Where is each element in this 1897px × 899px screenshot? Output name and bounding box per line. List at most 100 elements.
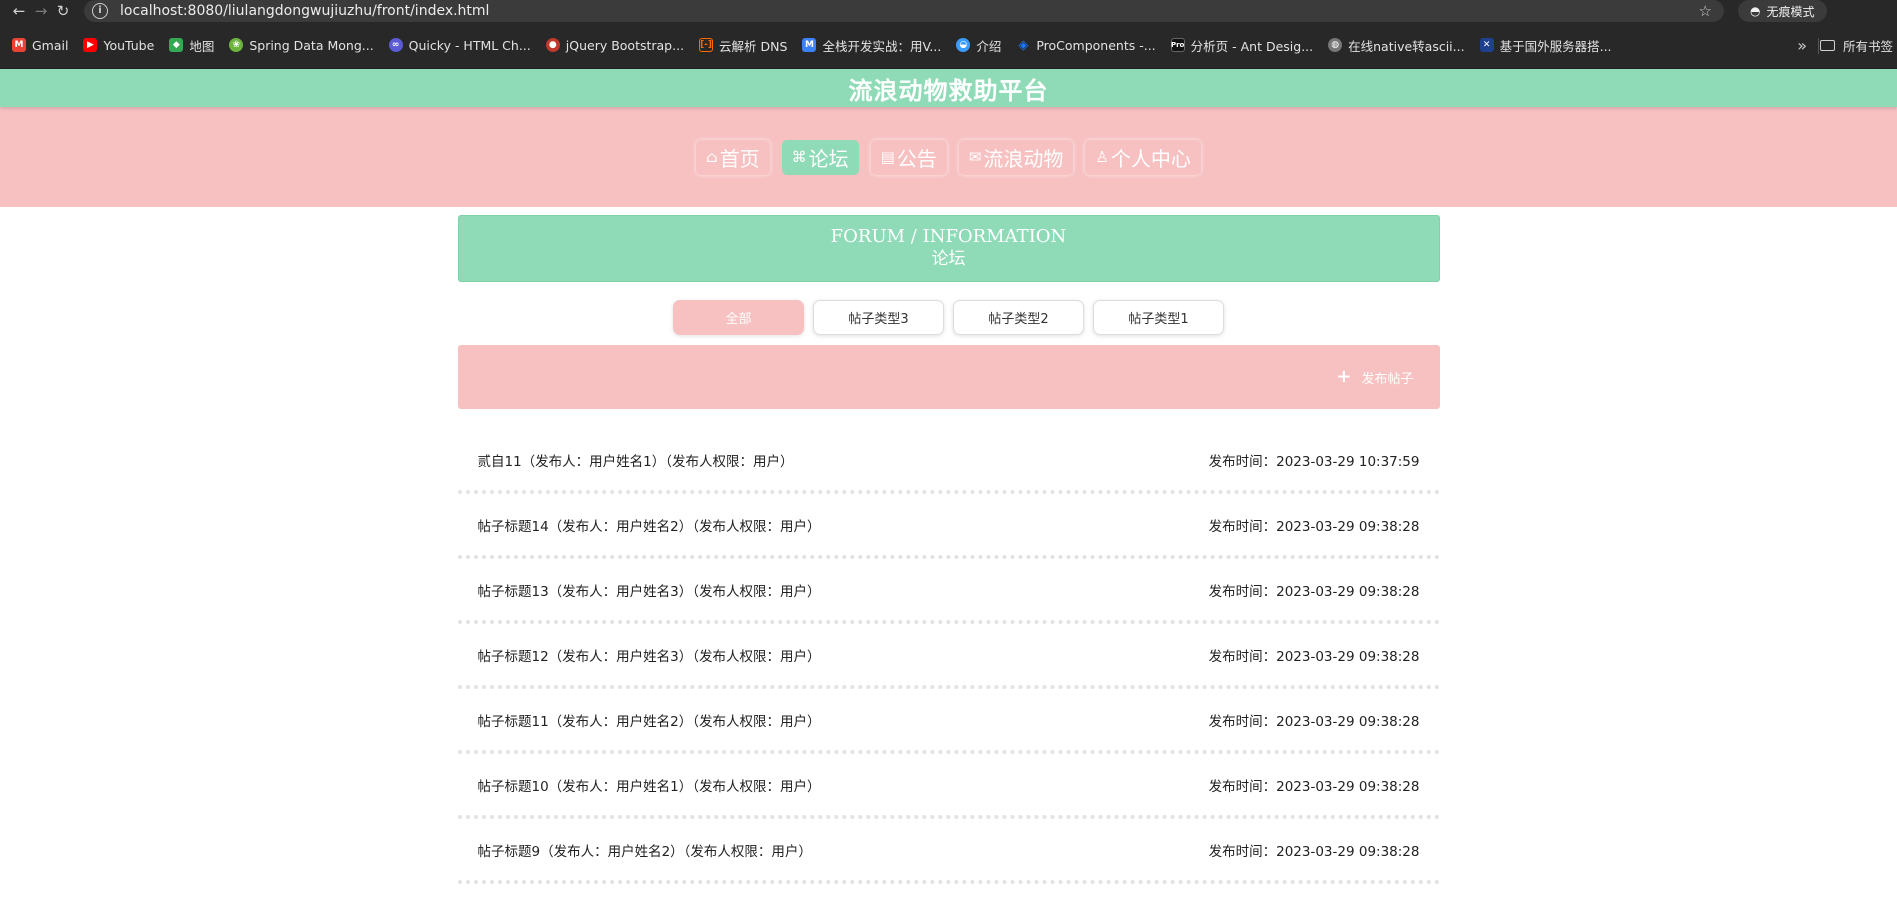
- bookmark-item[interactable]: Pro 分析页 - Ant Desig...: [1170, 36, 1314, 55]
- browser-toolbar: ← → ↻ i localhost:8080/liulangdongwujiuz…: [0, 0, 1897, 22]
- category-tab-type2[interactable]: 帖子类型2: [953, 300, 1084, 335]
- post-time: 发布时间：2023-03-29 09:38:28: [1208, 648, 1420, 665]
- notice-icon: ▤: [880, 148, 895, 166]
- incognito-indicator[interactable]: ◓ 无痕模式: [1738, 0, 1827, 22]
- bookmark-item[interactable]: ❀ Spring Data Mong...: [229, 37, 374, 53]
- post-time: 发布时间：2023-03-29 09:38:28: [1208, 713, 1420, 730]
- publish-post-button[interactable]: + 发布帖子: [1336, 368, 1413, 387]
- globe-icon: ◍: [1328, 38, 1343, 52]
- post-row[interactable]: 帖子标题13（发布人：用户姓名3）（发布人权限：用户） 发布时间：2023-03…: [457, 559, 1440, 624]
- reload-icon[interactable]: ↻: [52, 0, 74, 22]
- post-title[interactable]: 帖子标题10（发布人：用户姓名1）（发布人权限：用户）: [478, 775, 821, 795]
- bookmark-item[interactable]: M 全栈开发实战：用V...: [802, 36, 941, 55]
- bookmark-label: Quicky - HTML Ch...: [408, 37, 531, 53]
- bookmarks-overflow-icon[interactable]: »: [1797, 22, 1807, 69]
- bookmark-label: jQuery Bootstrap...: [565, 37, 685, 53]
- bookmark-item[interactable]: ∞ Quicky - HTML Ch...: [388, 37, 531, 53]
- post-row[interactable]: 帖子标题9（发布人：用户姓名2）（发布人权限：用户） 发布时间：2023-03-…: [457, 819, 1440, 884]
- post-title[interactable]: 帖子标题12（发布人：用户姓名3）（发布人权限：用户）: [478, 645, 821, 665]
- post-time: 发布时间：2023-03-29 09:38:28: [1208, 843, 1420, 860]
- bookmark-item[interactable]: ● jQuery Bootstrap...: [545, 37, 685, 53]
- pro-icon: Pro: [1170, 38, 1185, 52]
- bookmark-item[interactable]: M Gmail: [12, 38, 68, 53]
- nav-label: 流浪动物: [983, 146, 1064, 171]
- bookmark-label: Spring Data Mong...: [249, 37, 374, 53]
- category-tab-all[interactable]: 全部: [673, 300, 804, 335]
- bookmark-item[interactable]: ◈ ProComponents -...: [1016, 38, 1155, 53]
- bookmarks-divider: [1818, 38, 1819, 54]
- post-row[interactable]: 帖子标题14（发布人：用户姓名2）（发布人权限：用户） 发布时间：2023-03…: [457, 494, 1440, 559]
- nav-label: 论坛: [808, 146, 849, 171]
- post-title[interactable]: 帖子标题9（发布人：用户姓名2）（发布人权限：用户）: [478, 840, 812, 860]
- post-title[interactable]: 贰自11（发布人：用户姓名1）（发布人权限：用户）: [478, 450, 794, 470]
- bookmark-item[interactable]: [-] 云解析 DNS: [699, 36, 787, 55]
- bookmark-label: Gmail: [32, 37, 69, 53]
- jquery-icon: ●: [545, 38, 560, 52]
- gmail-icon: M: [12, 38, 26, 52]
- address-url[interactable]: localhost:8080/liulangdongwujiuzhu/front…: [120, 3, 1699, 19]
- category-tab-type1[interactable]: 帖子类型1: [1093, 300, 1224, 335]
- bookmark-label: 在线native转ascii...: [1348, 38, 1465, 54]
- bookmark-label: 地图: [189, 38, 215, 54]
- nav-label: 首页: [719, 146, 760, 171]
- nav-label: 公告: [896, 146, 937, 171]
- post-list: 贰自11（发布人：用户姓名1）（发布人权限：用户） 发布时间：2023-03-2…: [457, 429, 1440, 884]
- youtube-icon: ▶: [83, 38, 98, 52]
- bookmark-item[interactable]: ◆ 地图: [169, 36, 214, 55]
- post-row[interactable]: 帖子标题12（发布人：用户姓名3）（发布人权限：用户） 发布时间：2023-03…: [457, 624, 1440, 689]
- post-title[interactable]: 帖子标题13（发布人：用户姓名3）（发布人权限：用户）: [478, 580, 821, 600]
- folder-icon: [1819, 40, 1835, 51]
- medium-icon: M: [802, 38, 817, 52]
- bookmark-item[interactable]: ◍ 在线native转ascii...: [1328, 36, 1465, 55]
- all-bookmarks-label: 所有书签: [1842, 39, 1893, 54]
- home-icon: ⌂: [706, 148, 718, 166]
- post-time: 发布时间：2023-03-29 09:38:28: [1208, 778, 1420, 795]
- bookmark-label: 云解析 DNS: [719, 38, 788, 54]
- intro-icon: ◒: [956, 38, 971, 52]
- antd-icon: ◈: [1018, 37, 1029, 53]
- mail-icon: ✉: [968, 148, 982, 166]
- nav-item-stray-animals[interactable]: ✉ 流浪动物: [959, 140, 1074, 175]
- site-info-icon[interactable]: i: [92, 3, 108, 19]
- action-bar: + 发布帖子: [457, 345, 1440, 409]
- bookmark-item[interactable]: ▶ YouTube: [83, 38, 154, 53]
- cloud-dns-icon: [-]: [699, 38, 714, 52]
- spring-icon: ❀: [229, 38, 244, 52]
- post-time: 发布时间：2023-03-29 09:38:28: [1208, 518, 1420, 535]
- forward-arrow-icon[interactable]: →: [30, 0, 52, 22]
- bookmark-item[interactable]: ◒ 介绍: [956, 36, 1001, 55]
- post-row[interactable]: 帖子标题11（发布人：用户姓名2）（发布人权限：用户） 发布时间：2023-03…: [457, 689, 1440, 754]
- bookmark-label: 分析页 - Ant Desig...: [1190, 38, 1314, 54]
- post-row[interactable]: 贰自11（发布人：用户姓名1）（发布人权限：用户） 发布时间：2023-03-2…: [457, 429, 1440, 494]
- site-header: 流浪动物救助平台: [0, 69, 1897, 107]
- nav-item-notice[interactable]: ▤ 公告: [871, 140, 947, 175]
- maps-icon: ◆: [169, 38, 184, 52]
- plus-icon: +: [1336, 366, 1352, 387]
- bookmark-star-icon[interactable]: ☆: [1699, 2, 1712, 20]
- nav-item-forum[interactable]: ⌘ 论坛: [781, 139, 859, 175]
- bookmark-item[interactable]: ✕ 基于国外服务器搭...: [1479, 36, 1612, 55]
- incognito-label: 无痕模式: [1766, 4, 1815, 19]
- nav-item-profile[interactable]: ♙ 个人中心: [1085, 140, 1200, 175]
- publish-post-label: 发布帖子: [1361, 371, 1414, 387]
- site-title: 流浪动物救助平台: [848, 76, 1049, 105]
- section-title-cn: 论坛: [931, 249, 966, 269]
- incognito-icon: ◓: [1750, 4, 1761, 18]
- quicky-icon: ∞: [388, 38, 403, 52]
- back-arrow-icon[interactable]: ←: [8, 0, 30, 22]
- address-bar[interactable]: i localhost:8080/liulangdongwujiuzhu/fro…: [84, 0, 1724, 22]
- post-title[interactable]: 帖子标题14（发布人：用户姓名2）（发布人权限：用户）: [478, 515, 821, 535]
- bookmark-label: 基于国外服务器搭...: [1499, 38, 1612, 54]
- flag-icon: ✕: [1479, 38, 1494, 52]
- post-title[interactable]: 帖子标题11（发布人：用户姓名2）（发布人权限：用户）: [478, 710, 821, 730]
- nav-label: 个人中心: [1110, 146, 1191, 171]
- bookmark-label: 全栈开发实战：用V...: [822, 38, 942, 54]
- bookmark-label: YouTube: [103, 37, 155, 53]
- section-banner: FORUM / INFORMATION 论坛: [457, 215, 1440, 282]
- category-tab-type3[interactable]: 帖子类型3: [813, 300, 944, 335]
- bookmark-label: ProComponents -...: [1036, 37, 1156, 53]
- post-row[interactable]: 帖子标题10（发布人：用户姓名1）（发布人权限：用户） 发布时间：2023-03…: [457, 754, 1440, 819]
- all-bookmarks-folder[interactable]: 所有书签: [1819, 22, 1897, 69]
- nav-item-home[interactable]: ⌂ 首页: [696, 140, 769, 175]
- forum-icon: ⌘: [791, 148, 807, 166]
